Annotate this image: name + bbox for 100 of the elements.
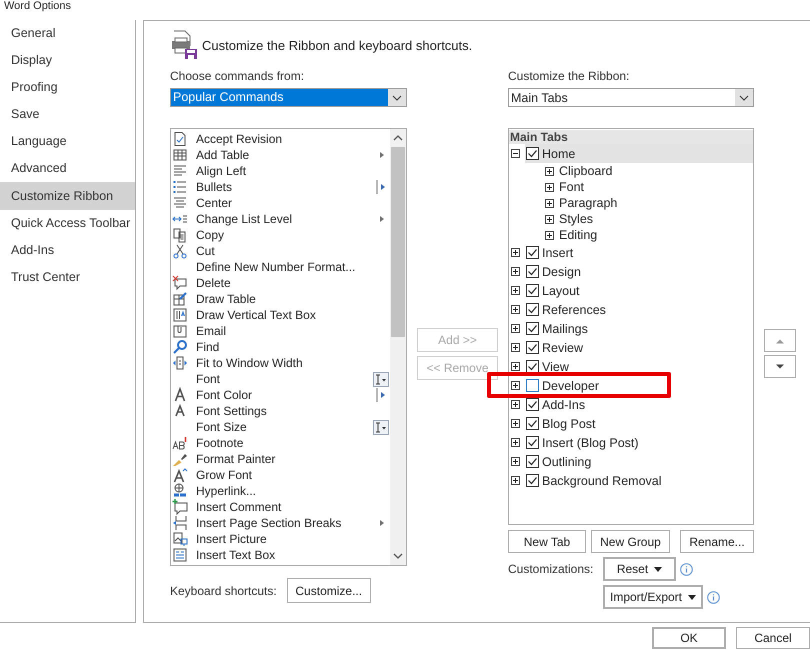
command-item[interactable]: Center bbox=[172, 195, 390, 211]
tree-item[interactable]: Add-Ins bbox=[525, 395, 753, 414]
tree-action-button[interactable]: New Group bbox=[591, 530, 670, 553]
sidebar-item[interactable]: Trust Center bbox=[0, 264, 135, 291]
command-item[interactable]: Cut bbox=[172, 243, 390, 259]
checkbox[interactable] bbox=[526, 398, 539, 411]
checkbox[interactable] bbox=[526, 341, 539, 354]
checkbox[interactable] bbox=[526, 322, 539, 335]
checkbox[interactable] bbox=[526, 474, 539, 487]
command-item[interactable]: Footnote bbox=[172, 435, 390, 451]
command-item[interactable]: Accept Revision bbox=[172, 131, 390, 147]
tree-item[interactable]: Outlining bbox=[525, 452, 753, 471]
expand-icon[interactable] bbox=[511, 248, 520, 257]
tree-group-item[interactable]: Styles bbox=[559, 212, 594, 226]
command-item[interactable]: Grow Font bbox=[172, 467, 390, 483]
tree-item[interactable]: Developer bbox=[525, 376, 753, 395]
sidebar-item[interactable]: Language bbox=[0, 128, 135, 155]
command-item[interactable]: Font Color bbox=[172, 387, 390, 403]
command-item[interactable]: Insert Comment bbox=[172, 499, 390, 515]
sidebar-item[interactable]: Display bbox=[0, 47, 135, 74]
expand-icon[interactable] bbox=[545, 182, 554, 192]
checkbox[interactable] bbox=[526, 360, 539, 373]
expand-icon[interactable] bbox=[511, 286, 520, 295]
checkbox[interactable] bbox=[526, 265, 539, 278]
expand-icon[interactable] bbox=[511, 457, 520, 466]
expand-icon[interactable] bbox=[511, 343, 520, 352]
tree-item[interactable]: Home bbox=[525, 144, 753, 163]
command-item[interactable]: Hyperlink... bbox=[172, 483, 390, 499]
expand-icon[interactable] bbox=[511, 381, 520, 390]
scrollbar-thumb[interactable] bbox=[391, 147, 405, 337]
tree-group-item[interactable]: Paragraph bbox=[559, 196, 618, 210]
command-item[interactable]: Delete bbox=[172, 275, 390, 291]
expand-icon[interactable] bbox=[511, 400, 520, 409]
checkbox[interactable] bbox=[526, 246, 539, 259]
commands-dropdown[interactable]: Popular Commands bbox=[170, 88, 407, 107]
command-item[interactable]: Add Table bbox=[172, 147, 390, 163]
command-item[interactable]: Font Settings bbox=[172, 403, 390, 419]
customize-button[interactable]: Customize... bbox=[286, 578, 371, 603]
tree-item[interactable]: Mailings bbox=[525, 319, 753, 338]
dropdown-button[interactable]: Import/Export bbox=[603, 585, 703, 609]
expand-icon[interactable] bbox=[511, 438, 520, 447]
command-item[interactable]: Bullets bbox=[172, 179, 390, 195]
expand-icon[interactable] bbox=[511, 476, 520, 485]
sidebar-item[interactable]: Save bbox=[0, 101, 135, 128]
command-item[interactable]: Copy bbox=[172, 227, 390, 243]
checkbox[interactable] bbox=[526, 379, 539, 392]
checkbox[interactable] bbox=[526, 417, 539, 430]
dropdown-button[interactable]: Reset bbox=[603, 557, 676, 581]
expand-icon[interactable] bbox=[545, 198, 554, 208]
sidebar-item[interactable]: Add-Ins bbox=[0, 237, 135, 264]
checkbox[interactable] bbox=[526, 147, 539, 160]
command-item[interactable]: Change List Level bbox=[172, 211, 390, 227]
checkbox[interactable] bbox=[526, 455, 539, 468]
expand-icon[interactable] bbox=[511, 267, 520, 276]
sidebar-item[interactable]: Quick Access Toolbar bbox=[0, 210, 135, 237]
expand-icon[interactable] bbox=[545, 230, 554, 240]
collapse-icon[interactable] bbox=[511, 149, 520, 158]
command-item[interactable]: Insert Text Box bbox=[172, 547, 390, 563]
sidebar-item[interactable]: Customize Ribbon bbox=[0, 182, 135, 210]
command-item[interactable]: Draw Table bbox=[172, 291, 390, 307]
sidebar-item[interactable]: General bbox=[0, 20, 135, 47]
tree-item[interactable]: Insert (Blog Post) bbox=[525, 433, 753, 452]
command-item[interactable]: Find bbox=[172, 339, 390, 355]
tree-item[interactable]: Review bbox=[525, 338, 753, 357]
sidebar-item[interactable]: Proofing bbox=[0, 74, 135, 101]
checkbox[interactable] bbox=[526, 284, 539, 297]
dialog-button[interactable]: Cancel bbox=[736, 627, 810, 649]
expand-icon[interactable] bbox=[511, 419, 520, 428]
tree-group-item[interactable]: Clipboard bbox=[559, 164, 613, 178]
sidebar-item[interactable]: Advanced bbox=[0, 155, 135, 182]
expand-icon[interactable] bbox=[511, 362, 520, 371]
command-item[interactable]: Align Left bbox=[172, 163, 390, 179]
tree-item[interactable]: Blog Post bbox=[525, 414, 753, 433]
ribbon-dropdown[interactable]: Main Tabs bbox=[508, 88, 754, 107]
command-item[interactable]: Format Painter bbox=[172, 451, 390, 467]
expand-icon[interactable] bbox=[511, 324, 520, 333]
expand-icon[interactable] bbox=[545, 166, 554, 176]
command-item[interactable]: Insert Picture bbox=[172, 531, 390, 547]
expand-icon[interactable] bbox=[545, 214, 554, 224]
tree-item[interactable]: Insert bbox=[525, 243, 753, 262]
scrollbar[interactable] bbox=[390, 129, 406, 565]
tree-group-item[interactable]: Editing bbox=[559, 228, 598, 242]
tree-action-button[interactable]: New Tab bbox=[508, 530, 586, 553]
checkbox[interactable] bbox=[526, 303, 539, 316]
tree-group-item[interactable]: Font bbox=[559, 180, 584, 194]
tree-item[interactable]: View bbox=[525, 357, 753, 376]
command-item[interactable]: Font Size bbox=[172, 419, 390, 435]
command-item[interactable]: Font bbox=[172, 371, 390, 387]
move-down-button[interactable] bbox=[764, 355, 796, 378]
command-item[interactable]: Email bbox=[172, 323, 390, 339]
tree-action-button[interactable]: Rename... bbox=[680, 530, 754, 553]
tree-item[interactable]: Background Removal bbox=[525, 471, 753, 490]
tree-item[interactable]: Layout bbox=[525, 281, 753, 300]
dialog-button[interactable]: OK bbox=[652, 627, 726, 649]
tree-item[interactable]: Design bbox=[525, 262, 753, 281]
checkbox[interactable] bbox=[526, 436, 539, 449]
command-item[interactable]: Define New Number Format... bbox=[172, 259, 390, 275]
command-item[interactable]: Draw Vertical Text Box bbox=[172, 307, 390, 323]
expand-icon[interactable] bbox=[511, 305, 520, 314]
tree-item[interactable]: References bbox=[525, 300, 753, 319]
